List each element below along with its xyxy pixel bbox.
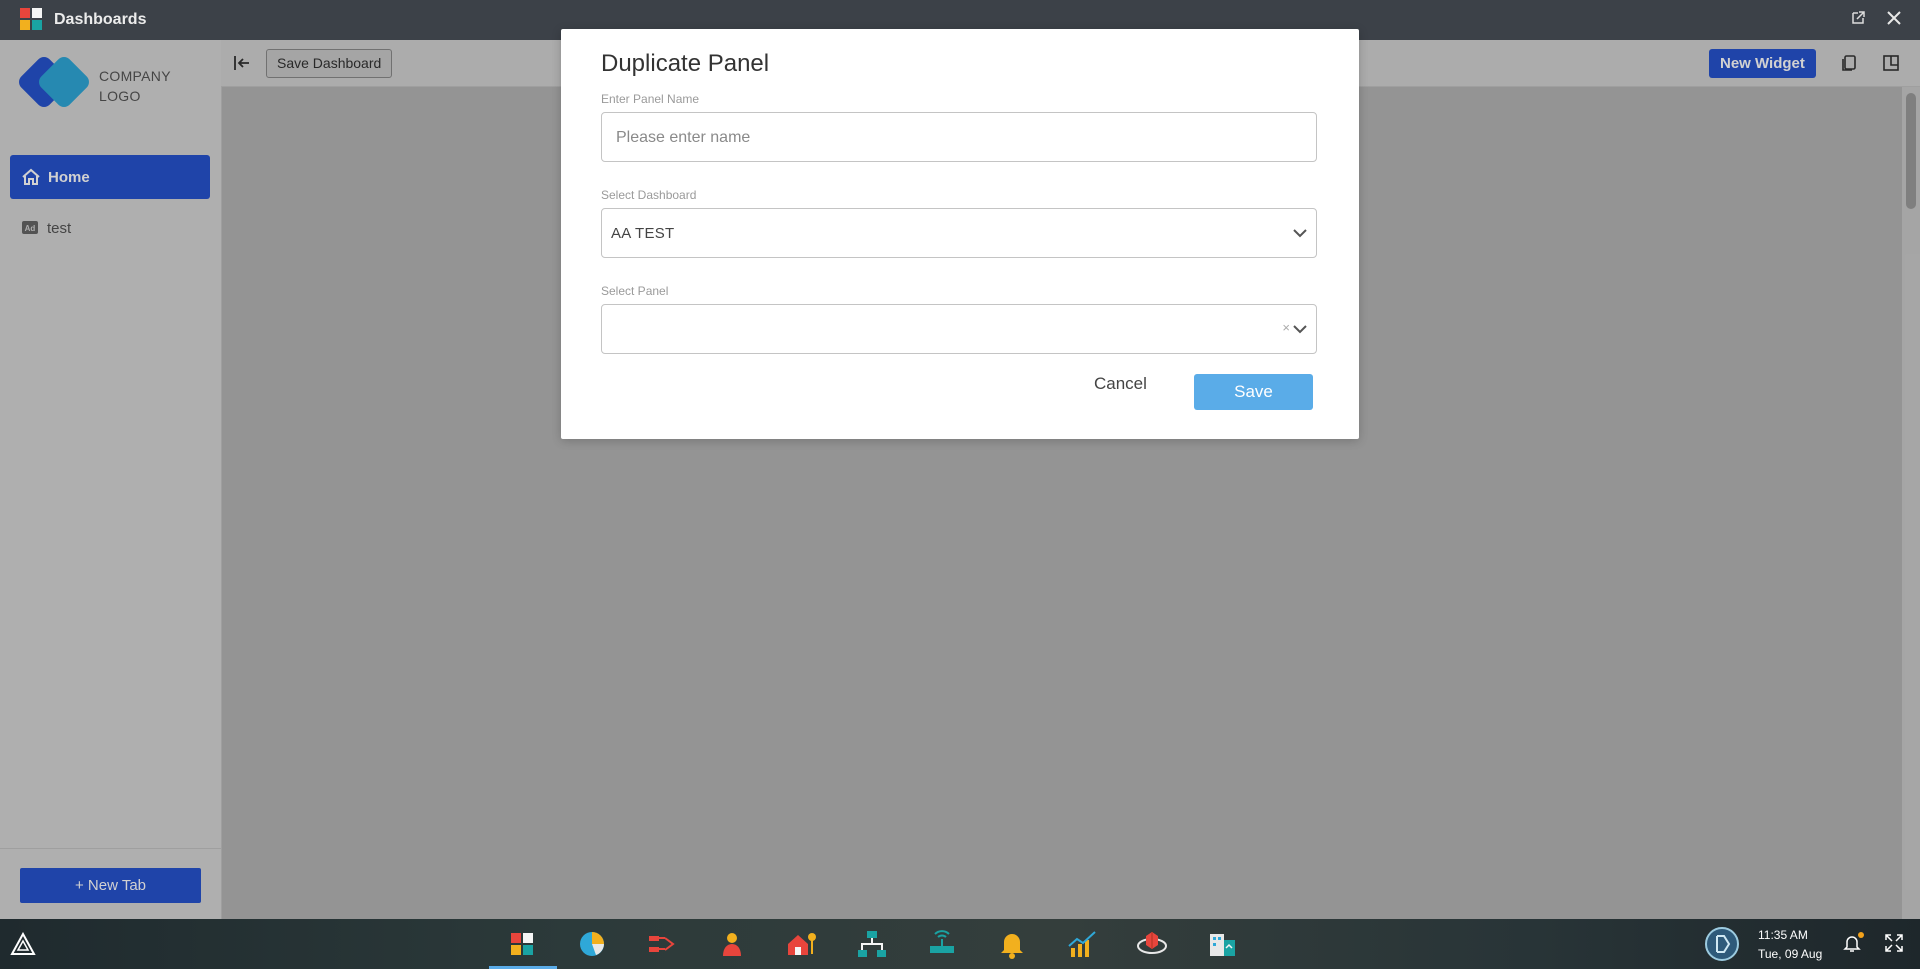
flow-icon[interactable] <box>646 928 678 960</box>
taskbar: 11:35 AM Tue, 09 Aug <box>0 919 1920 969</box>
panel-name-input[interactable] <box>614 123 1298 153</box>
router-icon[interactable] <box>926 928 958 960</box>
trend-chart-icon[interactable] <box>1066 928 1098 960</box>
select-panel-dropdown[interactable]: × <box>601 304 1317 354</box>
save-button[interactable]: Save <box>1194 374 1313 410</box>
home-key-icon[interactable] <box>786 928 818 960</box>
duplicate-panel-dialog: Duplicate Panel Enter Panel Name Select … <box>561 29 1359 439</box>
user-avatar[interactable] <box>1705 927 1739 961</box>
dashboards-app-icon <box>20 8 44 32</box>
dialog-title: Duplicate Panel <box>601 50 770 77</box>
panel-name-field <box>601 112 1317 162</box>
bell-alert-icon[interactable] <box>996 928 1028 960</box>
pie-chart-icon[interactable] <box>576 928 608 960</box>
select-panel-label: Select Panel <box>601 284 669 298</box>
chevron-down-icon <box>1292 321 1308 337</box>
close-icon[interactable] <box>1882 8 1906 32</box>
selected-dashboard-value: AA TEST <box>611 225 675 242</box>
chevron-down-icon <box>1292 225 1308 241</box>
building-report-icon[interactable] <box>1206 928 1238 960</box>
org-chart-icon[interactable] <box>856 928 888 960</box>
notification-badge <box>1858 932 1864 938</box>
dashboards-icon[interactable] <box>506 928 538 960</box>
window-title: Dashboards <box>54 11 147 28</box>
clear-selection-icon[interactable]: × <box>1282 320 1290 335</box>
fullscreen-icon[interactable] <box>1884 933 1904 953</box>
select-dashboard-dropdown[interactable]: AA TEST <box>601 208 1317 258</box>
panel-name-label: Enter Panel Name <box>601 92 700 106</box>
start-icon[interactable] <box>10 931 36 956</box>
cancel-button[interactable]: Cancel <box>1094 374 1147 394</box>
popout-icon[interactable] <box>1846 8 1870 32</box>
select-dashboard-label: Select Dashboard <box>601 188 697 202</box>
clock-time: 11:35 AM <box>1758 928 1808 942</box>
clock-date: Tue, 09 Aug <box>1758 947 1823 961</box>
globe-box-icon[interactable] <box>1136 928 1168 960</box>
user-alert-icon[interactable] <box>716 928 748 960</box>
